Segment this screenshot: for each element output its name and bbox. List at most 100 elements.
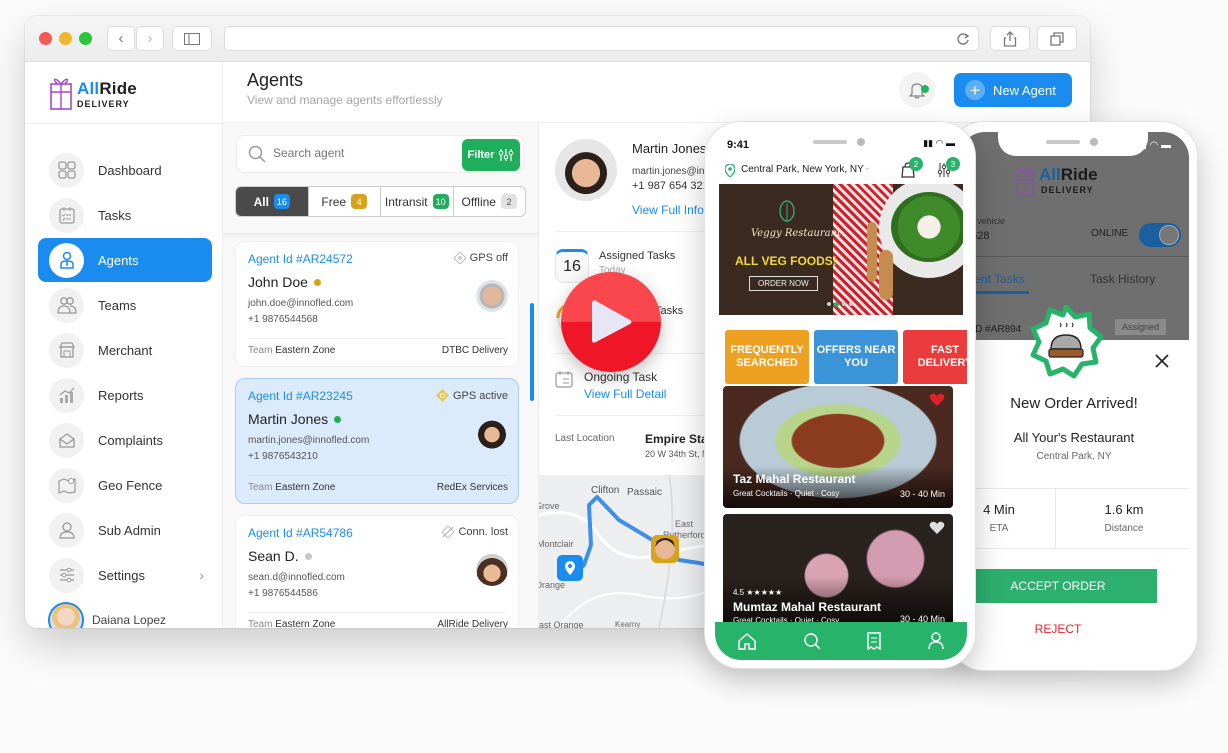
list-scrollbar[interactable] [530, 303, 534, 401]
online-toggle[interactable] [1139, 223, 1181, 247]
user-profile[interactable]: Daiana Lopez [48, 602, 166, 628]
tab-task-history[interactable]: Task History [1090, 272, 1155, 286]
driver-app-screen: ▮▮ ◠ ▬ AllRide DELIVERY vehicle 4628 ONL… [959, 132, 1189, 662]
tab-all[interactable]: All 16 [236, 187, 309, 216]
restaurant-rating: 4.5 ★★★★★ [733, 588, 783, 597]
accept-order-button[interactable]: ACCEPT ORDER [959, 569, 1157, 603]
delivery-time: 30 - 40 Min [899, 489, 945, 499]
brand-name: AllRide [77, 79, 137, 98]
tab-offline[interactable]: Offline 2 [454, 187, 526, 216]
route-map[interactable]: Clifton Passaic East Rutherford Montclai… [539, 475, 719, 628]
share-icon [1003, 30, 1017, 47]
notifications-button[interactable] [899, 72, 935, 108]
minimize-window-button[interactable] [59, 32, 72, 45]
close-window-button[interactable] [39, 32, 52, 45]
banner-headline: ALL VEG FOODS! [735, 254, 837, 268]
agent-card[interactable]: Agent Id #AR54786 Conn. lost Sean D. sea… [235, 515, 519, 628]
sidebar-item-reports[interactable]: Reports [38, 373, 212, 417]
tab-free[interactable]: Free 4 [309, 187, 381, 216]
sidebar-item-complaints[interactable]: Complaints [38, 418, 212, 462]
order-now-button[interactable]: ORDER NOW [749, 276, 818, 291]
heart-outline-icon[interactable] [929, 521, 945, 535]
agent-detail-phone: +1 987 654 3210 [632, 180, 715, 192]
agent-avatar [555, 139, 617, 201]
category-fast-delivery[interactable]: FAST DELIVERY [903, 330, 967, 384]
agent-phone: +1 9876543210 [248, 451, 318, 462]
heart-filled-icon[interactable] [929, 393, 945, 407]
maximize-window-button[interactable] [79, 32, 92, 45]
search-icon[interactable] [803, 632, 821, 650]
agent-card[interactable]: Agent Id #AR24572 GPS off John Doe john.… [235, 241, 519, 367]
new-agent-button[interactable]: + New Agent [954, 73, 1072, 107]
order-badge-icon [1030, 305, 1103, 379]
reload-icon[interactable] [956, 32, 970, 46]
sidebar-item-label: Sub Admin [98, 522, 161, 538]
chevron-right-icon: › [147, 30, 153, 47]
close-icon[interactable] [1155, 354, 1169, 368]
brand-logo[interactable]: AllRide DELIVERY [49, 74, 169, 114]
category-offers-near-you[interactable]: OFFERS NEAR YOU [814, 330, 898, 384]
play-video-button[interactable] [561, 272, 661, 372]
category-frequently-searched[interactable]: FREQUENTLY SEARCHED [725, 330, 809, 384]
sidebar-item-settings[interactable]: Settings › [38, 553, 212, 597]
agent-team: Team Eastern Zone [248, 482, 336, 493]
agent-phone: +1 9876544586 [248, 588, 318, 599]
restaurant-card[interactable]: Taz Mahal Restaurant Great Cocktails · Q… [723, 386, 953, 508]
divider [248, 338, 506, 339]
map-label: Clifton [591, 485, 619, 496]
calendar-check-icon [555, 371, 573, 388]
sidebar-item-sub-admin[interactable]: Sub Admin [38, 508, 212, 552]
filter-button[interactable]: Filter [462, 139, 520, 171]
teams-icon [49, 287, 84, 323]
tab-label: Free [321, 194, 347, 209]
tab-label: All [253, 194, 269, 209]
assigned-tasks-label: Assigned Tasks [599, 250, 676, 262]
divider [248, 475, 506, 476]
admin-icon [49, 512, 84, 548]
tab-intransit[interactable]: Intransit 10 [381, 187, 454, 216]
count-badge: 10 [432, 194, 449, 209]
chevron-down-icon[interactable]: ⌄ [863, 162, 871, 173]
distance-label: Distance [1104, 523, 1144, 534]
avatar [476, 280, 508, 312]
restaurant-card[interactable]: 4.5 ★★★★★ Mumtaz Mahal Restaurant Great … [723, 514, 953, 626]
sidebar-item-label: Agents [98, 252, 139, 268]
tabs-button[interactable] [1037, 26, 1077, 51]
driver-brand-name: AllRide [1039, 165, 1098, 184]
online-status-label: ONLINE [1091, 228, 1129, 239]
filter-count-badge: 3 [946, 157, 960, 171]
sidebar-item-teams[interactable]: Teams [38, 283, 212, 327]
connection-lost-icon [442, 526, 455, 538]
customer-app-screen: 9:41 ▮▮ ◠ ▬ Central Park, New York, NY ⌄… [715, 132, 967, 660]
play-icon [592, 300, 632, 343]
forward-button[interactable]: › [136, 26, 164, 51]
delivery-location[interactable]: Central Park, New York, NY [741, 164, 864, 175]
assigned-tasks-count: 16 [555, 249, 589, 283]
sidebar-item-merchant[interactable]: Merchant [38, 328, 212, 372]
receipt-icon[interactable] [867, 632, 881, 650]
view-full-detail-link[interactable]: View Full Detail [584, 387, 666, 401]
sidebar-divider [25, 123, 223, 124]
sidebar-toggle-button[interactable] [172, 26, 212, 51]
sidebar-item-label: Merchant [98, 342, 153, 358]
profile-icon[interactable] [928, 632, 944, 650]
home-icon[interactable] [738, 632, 756, 650]
agent-name: John Doe [248, 274, 321, 290]
sidebar-item-tasks[interactable]: Tasks [38, 193, 212, 237]
share-button[interactable] [990, 26, 1030, 51]
sidebar-item-dashboard[interactable]: Dashboard [38, 148, 212, 192]
agent-card[interactable]: Agent Id #AR23245 GPS active Martin Jone… [235, 378, 519, 504]
sidebar-item-geo-fence[interactable]: Geo Fence [38, 463, 212, 507]
back-button[interactable]: ‹ [107, 26, 135, 51]
agent-company: AllRide Delivery [437, 619, 508, 628]
sidebar-item-agents[interactable]: Agents [38, 238, 212, 282]
reject-button[interactable]: REJECT [959, 622, 1157, 636]
tabs-icon [1050, 31, 1064, 46]
store-icon [49, 332, 84, 368]
restaurant-tags: Great Cocktails · Quiet · Cosy [733, 489, 840, 498]
search-input[interactable] [273, 146, 453, 160]
banner-brand: Veggy Restaurant [751, 228, 842, 239]
promo-banner[interactable]: Veggy Restaurant ALL VEG FOODS! ORDER NO… [719, 184, 963, 315]
view-full-info-link[interactable]: View Full Info [632, 203, 704, 217]
address-bar[interactable] [224, 26, 979, 51]
